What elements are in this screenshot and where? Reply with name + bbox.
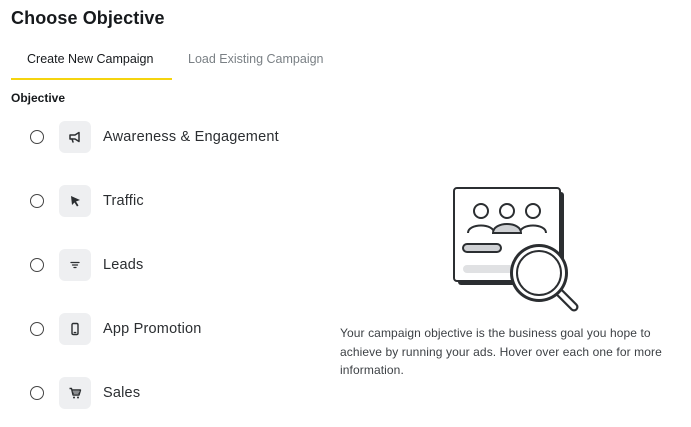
objective-option-leads[interactable]: Leads: [30, 249, 320, 283]
option-label: Leads: [103, 257, 144, 273]
objective-option-traffic[interactable]: Traffic: [30, 185, 320, 219]
tab-create-new-campaign[interactable]: Create New Campaign: [27, 52, 153, 66]
objective-tabs: Create New Campaign Load Existing Campai…: [11, 44, 341, 80]
radio-awareness[interactable]: [30, 130, 44, 144]
page-title: Choose Objective: [11, 8, 165, 28]
option-label: App Promotion: [103, 321, 202, 337]
active-tab-indicator: [11, 78, 172, 80]
phone-icon: [59, 313, 91, 345]
cursor-icon: [59, 185, 91, 217]
radio-app-promotion[interactable]: [30, 322, 44, 336]
objective-option-awareness[interactable]: Awareness & Engagement: [30, 121, 320, 155]
option-label: Traffic: [103, 193, 144, 209]
radio-traffic[interactable]: [30, 194, 44, 208]
option-label: Awareness & Engagement: [103, 129, 279, 145]
cart-icon: [59, 377, 91, 409]
objective-option-app-promotion[interactable]: App Promotion: [30, 313, 320, 347]
radio-sales[interactable]: [30, 386, 44, 400]
filter-icon: [59, 249, 91, 281]
objective-option-sales[interactable]: Sales: [30, 377, 320, 411]
objective-section-label: Objective: [11, 91, 66, 105]
objective-description: Your campaign objective is the business …: [340, 326, 662, 377]
radio-leads[interactable]: [30, 258, 44, 272]
megaphone-icon: [59, 121, 91, 153]
audience-search-illustration: [450, 185, 585, 315]
option-label: Sales: [103, 385, 141, 401]
tab-load-existing-campaign[interactable]: Load Existing Campaign: [188, 52, 324, 66]
